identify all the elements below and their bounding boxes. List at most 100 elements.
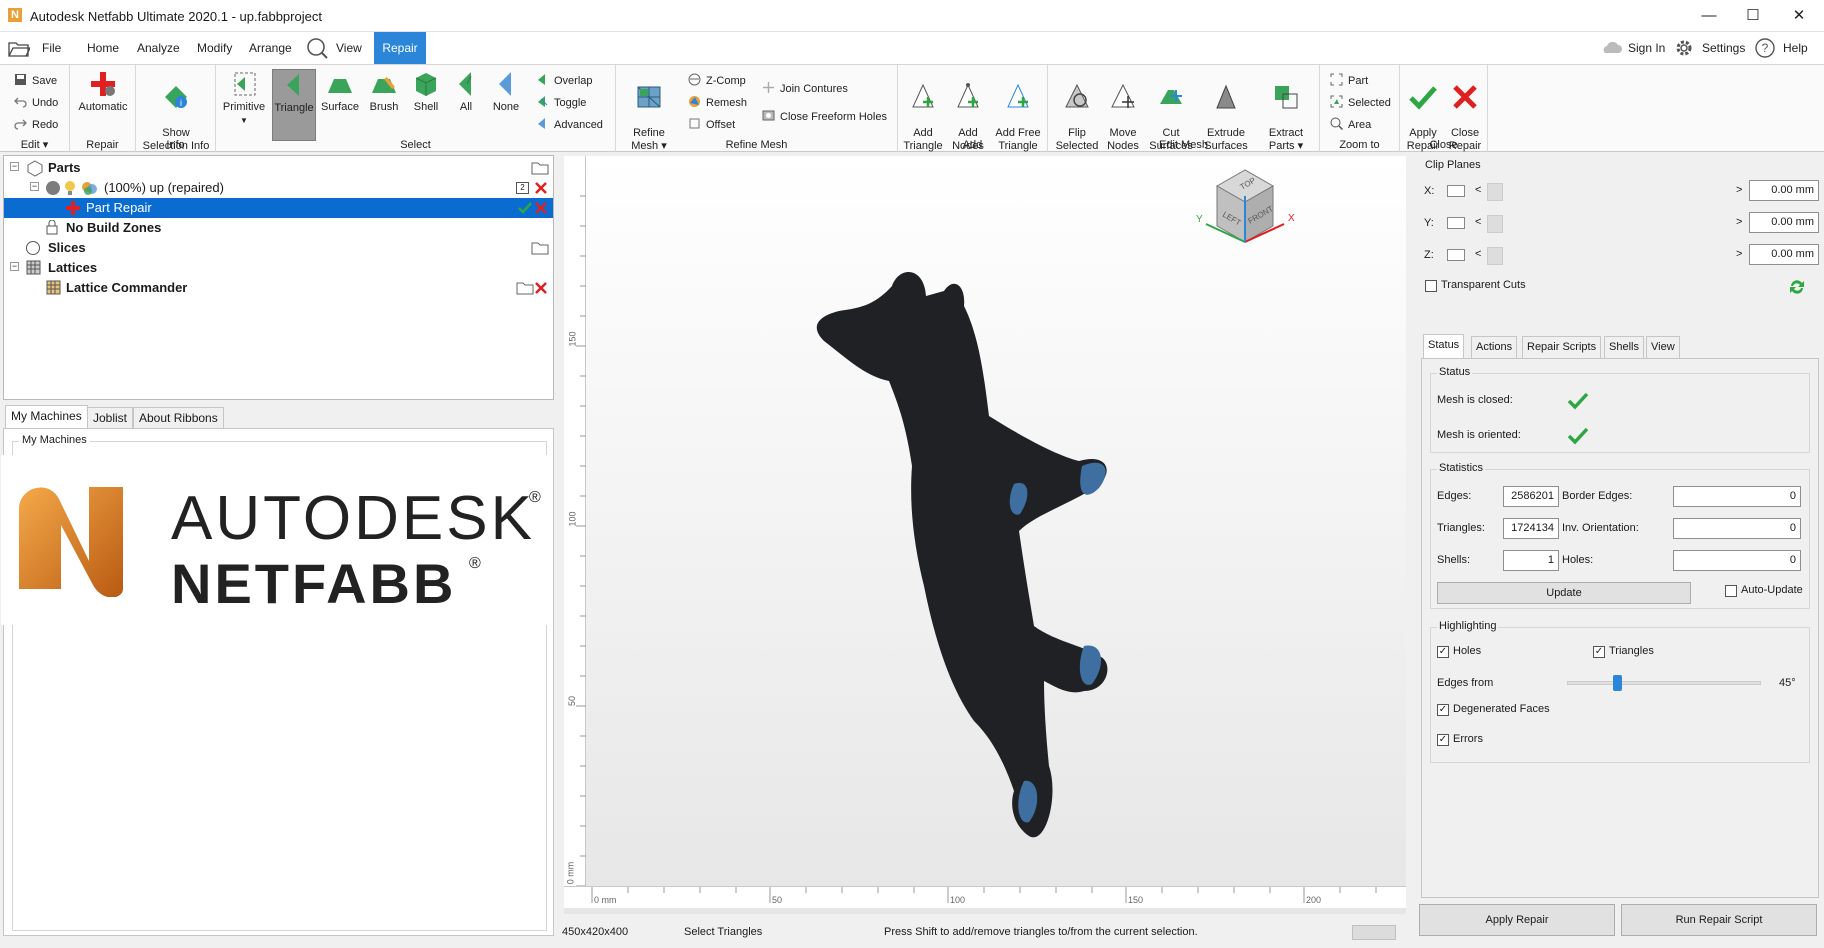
primitive-button[interactable]: Primitive ▼ — [222, 69, 266, 127]
advanced-button[interactable]: Advanced — [536, 117, 603, 131]
folder-icon[interactable] — [8, 40, 32, 60]
tree-lattice-commander[interactable]: Lattice Commander — [4, 278, 553, 298]
help-menu[interactable]: Help — [1777, 32, 1814, 64]
tree-part-item[interactable]: − (100%) up (repaired) 2 — [4, 178, 553, 198]
clip-z-slider[interactable] — [1487, 247, 1503, 265]
edges-from-slider[interactable] — [1567, 675, 1761, 691]
extrude-surfaces-icon — [1216, 84, 1236, 109]
tree-part-repair[interactable]: Part Repair — [4, 198, 553, 218]
holes-checkbox[interactable]: ✓ — [1437, 646, 1449, 658]
remesh-button[interactable]: Remesh — [688, 95, 747, 109]
edges-from-slider-thumb[interactable] — [1613, 675, 1622, 691]
errors-checkbox[interactable]: ✓ — [1437, 734, 1449, 746]
settings-menu[interactable]: Settings — [1696, 32, 1751, 64]
clip-y-value[interactable]: 0.00 mm — [1749, 212, 1819, 233]
tab-repair-scripts[interactable]: Repair Scripts — [1522, 336, 1602, 358]
tab-modify[interactable]: Modify — [191, 32, 238, 64]
clip-y-slider[interactable] — [1487, 215, 1503, 233]
tab-repair[interactable]: Repair — [374, 32, 426, 64]
clip-z-toggle[interactable] — [1447, 249, 1465, 261]
help-icon[interactable]: ? — [1755, 38, 1775, 61]
update-button[interactable]: Update — [1437, 582, 1691, 604]
gear-icon[interactable] — [1674, 38, 1694, 61]
discard-x-icon[interactable] — [535, 202, 547, 214]
clip-x-toggle[interactable] — [1447, 185, 1465, 197]
remove-lattice-icon[interactable] — [535, 282, 547, 294]
clip-z-value[interactable]: 0.00 mm — [1749, 244, 1819, 265]
close-freeform-holes-button[interactable]: Close Freeform Holes — [762, 109, 887, 123]
zoom-area-button[interactable]: Area — [1330, 117, 1371, 131]
apply-repair-button[interactable]: Apply Repair — [1419, 904, 1615, 936]
run-repair-script-button[interactable]: Run Repair Script — [1621, 904, 1817, 936]
offset-button[interactable]: Offset — [688, 117, 735, 131]
clip-y-right-arrow[interactable]: > — [1736, 216, 1742, 228]
tree-no-build-zones[interactable]: No Build Zones — [4, 218, 553, 238]
tab-analyze[interactable]: Analyze — [131, 32, 186, 64]
triangles-checkbox[interactable]: ✓ — [1593, 646, 1605, 658]
surface-button[interactable]: Surface — [318, 69, 362, 114]
search-icon[interactable] — [306, 37, 328, 62]
clip-z-left-arrow[interactable]: < — [1475, 248, 1481, 260]
clip-y-toggle[interactable] — [1447, 217, 1465, 229]
automatic-repair-button[interactable]: Automatic — [73, 69, 133, 114]
part-visible-icon[interactable] — [46, 181, 60, 195]
undo-button[interactable]: Undo — [14, 95, 58, 109]
tree-lattices[interactable]: − Lattices — [4, 258, 553, 278]
triangle-button[interactable]: Triangle — [272, 69, 316, 141]
transparent-cuts-checkbox[interactable] — [1425, 280, 1437, 292]
zoom-selected-button[interactable]: Selected — [1330, 95, 1391, 109]
3d-viewport[interactable]: 150 100 50 0 mm 0 mm 50 100 150 200 TOP … — [564, 156, 1406, 914]
clip-x-right-arrow[interactable]: > — [1736, 184, 1742, 196]
edit-group-dropdown[interactable]: Edit ▾ — [0, 138, 69, 151]
close-window-button[interactable]: ✕ — [1776, 0, 1822, 32]
tab-shells[interactable]: Shells — [1604, 336, 1644, 358]
apply-check-icon[interactable] — [518, 202, 532, 214]
tab-view-panel[interactable]: View — [1646, 336, 1680, 358]
remove-part-icon[interactable] — [535, 182, 547, 194]
cut-surfaces-icon — [1160, 90, 1182, 104]
tab-home[interactable]: Home — [81, 32, 125, 64]
brush-button[interactable]: Brush — [364, 69, 404, 114]
open-folder-icon[interactable] — [531, 241, 549, 255]
menu-file[interactable]: File — [36, 32, 67, 64]
degenerated-faces-checkbox[interactable]: ✓ — [1437, 704, 1449, 716]
maximize-button[interactable]: ☐ — [1730, 0, 1776, 32]
clip-y-left-arrow[interactable]: < — [1475, 216, 1481, 228]
tab-joblist[interactable]: Joblist — [87, 407, 134, 429]
clip-z-right-arrow[interactable]: > — [1736, 248, 1742, 260]
redo-button[interactable]: Redo — [14, 117, 58, 131]
holes-value: 0 — [1673, 550, 1801, 571]
zcomp-button[interactable]: Z-Comp — [688, 73, 746, 87]
sign-in-link[interactable]: Sign In — [1622, 32, 1671, 64]
view-cube[interactable]: TOP LEFT FRONT X Y — [1164, 156, 1314, 281]
auto-update-checkbox[interactable] — [1725, 585, 1737, 597]
clip-x-left-arrow[interactable]: < — [1475, 184, 1481, 196]
minimize-button[interactable]: — — [1686, 0, 1732, 32]
tab-arrange[interactable]: Arrange — [243, 32, 298, 64]
color-palette-icon[interactable] — [80, 180, 98, 196]
tree-parts[interactable]: − Parts — [4, 158, 553, 178]
tree-slices[interactable]: Slices — [4, 238, 553, 258]
zoom-part-button[interactable]: Part — [1330, 73, 1368, 87]
overlap-button[interactable]: Overlap — [536, 73, 593, 87]
group-repair: Automatic Repair — [70, 65, 136, 152]
select-all-button[interactable]: All — [448, 69, 484, 114]
tab-my-machines[interactable]: My Machines — [5, 405, 88, 429]
tab-actions[interactable]: Actions — [1471, 336, 1518, 358]
save-button[interactable]: Save — [14, 73, 57, 87]
tab-view[interactable]: View — [330, 32, 368, 64]
clip-x-slider[interactable] — [1487, 183, 1503, 201]
refresh-icon[interactable] — [1787, 277, 1807, 297]
select-none-button[interactable]: None — [486, 69, 526, 114]
open-folder-icon[interactable] — [516, 281, 534, 295]
tab-about-ribbons[interactable]: About Ribbons — [133, 407, 224, 429]
repair-group-label: Repair — [86, 139, 119, 151]
clip-x-value[interactable]: 0.00 mm — [1749, 180, 1819, 201]
model-mesh[interactable] — [814, 266, 1154, 856]
toggle-button[interactable]: Toggle — [536, 95, 586, 109]
open-folder-icon[interactable] — [531, 161, 549, 175]
join-contures-button[interactable]: Join Contures — [762, 81, 848, 95]
tab-status[interactable]: Status — [1423, 334, 1465, 358]
shell-button[interactable]: Shell — [406, 69, 446, 114]
lightbulb-icon[interactable] — [64, 180, 76, 196]
